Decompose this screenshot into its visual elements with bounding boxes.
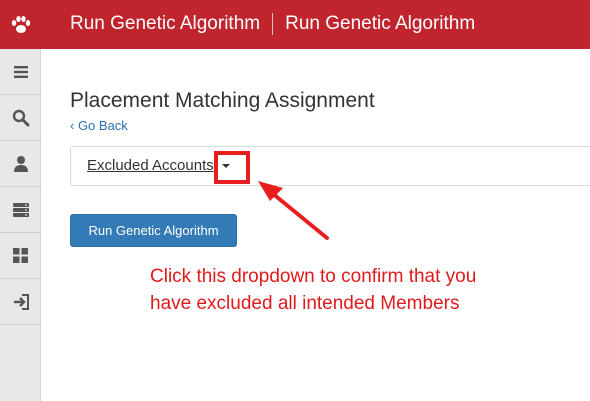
annotation-line-2: have excluded all intended Members [150,293,460,314]
annotation-line-1: Click this dropdown to confirm that you [150,266,477,287]
annotation-text: Click this dropdown to confirm that you … [150,263,570,317]
annotation-arrow [258,181,329,240]
